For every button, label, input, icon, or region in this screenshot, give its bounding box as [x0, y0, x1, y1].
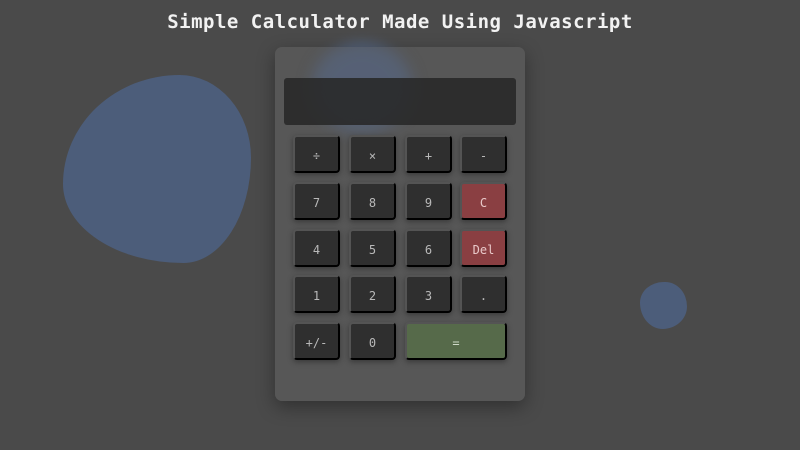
- digit-5-button[interactable]: 5: [349, 229, 396, 267]
- digit-4-button[interactable]: 4: [293, 229, 340, 267]
- calculator: ÷ × + - 7 8 9 C 4 5 6 Del 1 2 3 . +/- 0 …: [275, 47, 525, 401]
- digit-8-button[interactable]: 8: [349, 182, 396, 220]
- clear-button[interactable]: C: [460, 182, 507, 220]
- equals-button[interactable]: =: [405, 322, 507, 360]
- background-blob-small: [640, 282, 687, 329]
- digit-0-button[interactable]: 0: [349, 322, 396, 360]
- negate-button[interactable]: +/-: [293, 322, 340, 360]
- add-button[interactable]: +: [405, 135, 452, 173]
- subtract-button[interactable]: -: [460, 135, 507, 173]
- digit-9-button[interactable]: 9: [405, 182, 452, 220]
- delete-button[interactable]: Del: [460, 229, 507, 267]
- digit-6-button[interactable]: 6: [405, 229, 452, 267]
- calculator-display: [284, 78, 516, 125]
- digit-3-button[interactable]: 3: [405, 275, 452, 313]
- background-blob-large: [63, 75, 251, 263]
- decimal-button[interactable]: .: [460, 275, 507, 313]
- stage: Simple Calculator Made Using Javascript …: [0, 0, 800, 450]
- multiply-button[interactable]: ×: [349, 135, 396, 173]
- page-title: Simple Calculator Made Using Javascript: [167, 11, 633, 33]
- digit-2-button[interactable]: 2: [349, 275, 396, 313]
- digit-7-button[interactable]: 7: [293, 182, 340, 220]
- digit-1-button[interactable]: 1: [293, 275, 340, 313]
- divide-button[interactable]: ÷: [293, 135, 340, 173]
